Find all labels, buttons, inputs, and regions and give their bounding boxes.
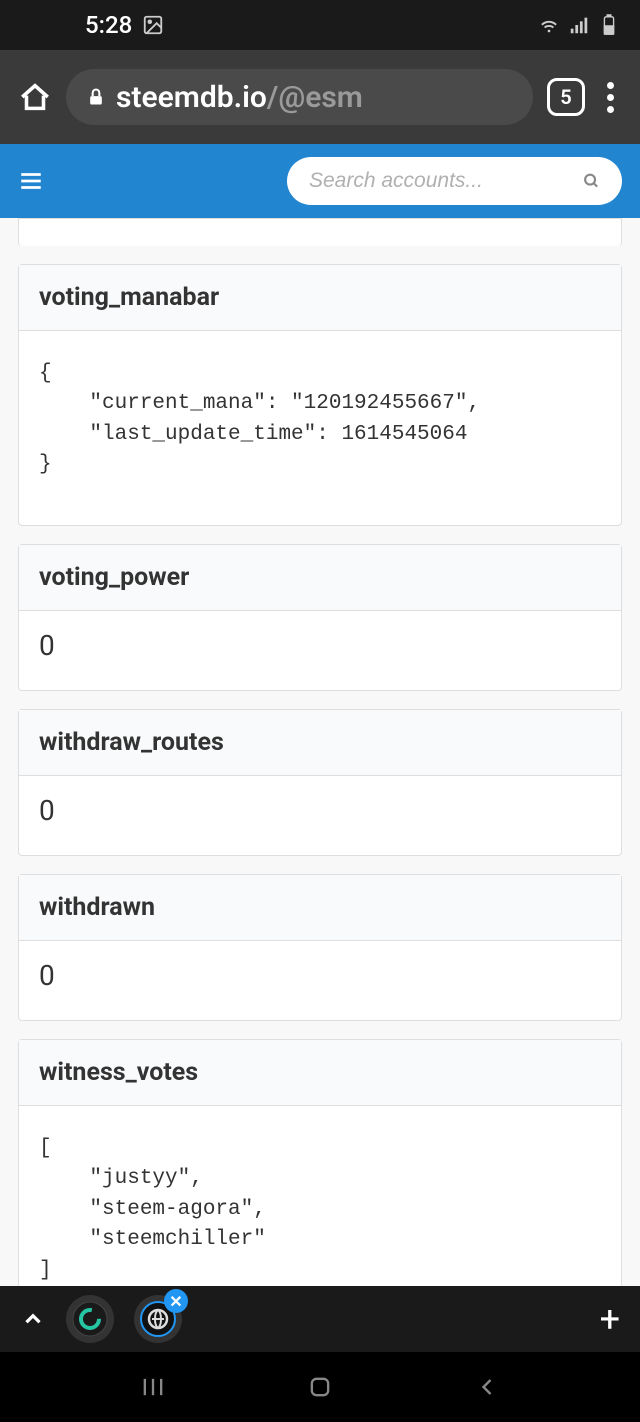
- tab-count[interactable]: 5: [547, 78, 585, 116]
- search-icon[interactable]: [583, 170, 600, 192]
- lock-icon: [86, 87, 106, 107]
- card-withdrawn: withdrawn 0: [18, 874, 622, 1021]
- tab-circle-2[interactable]: ✕: [134, 1295, 182, 1343]
- battery-icon: [598, 14, 620, 36]
- card-header: withdrawn: [19, 875, 621, 941]
- url-text: steemdb.io/@esm: [116, 80, 363, 115]
- content-area: voting_manabar { "current_mana": "120192…: [0, 218, 640, 1331]
- card-value: 0: [19, 941, 621, 1020]
- card-spacer: [18, 218, 622, 246]
- chevron-up-icon[interactable]: [20, 1306, 46, 1332]
- site-header: [0, 144, 640, 218]
- card-value: 0: [19, 776, 621, 855]
- back-icon[interactable]: [473, 1373, 501, 1401]
- card-voting-power: voting_power 0: [18, 544, 622, 691]
- search-input[interactable]: [309, 169, 583, 193]
- card-header: voting_power: [19, 545, 621, 611]
- home-nav-icon[interactable]: [306, 1373, 334, 1401]
- browser-chrome: steemdb.io/@esm 5: [0, 50, 640, 144]
- close-badge-icon[interactable]: ✕: [164, 1289, 188, 1313]
- card-value: { "current_mana": "120192455667", "last_…: [19, 331, 621, 525]
- status-time: 5:28: [85, 11, 132, 39]
- hamburger-icon[interactable]: [18, 168, 44, 194]
- wifi-icon: [538, 14, 560, 36]
- card-header: witness_votes: [19, 1040, 621, 1106]
- card-value: 0: [19, 611, 621, 690]
- card-voting-manabar: voting_manabar { "current_mana": "120192…: [18, 264, 622, 526]
- url-bar[interactable]: steemdb.io/@esm: [66, 69, 533, 125]
- recents-icon[interactable]: [139, 1373, 167, 1401]
- home-icon[interactable]: [18, 80, 52, 114]
- bottom-bar: ✕ +: [0, 1286, 640, 1352]
- status-bar: 5:28: [0, 0, 640, 50]
- card-header: voting_manabar: [19, 265, 621, 331]
- menu-dots-icon[interactable]: [599, 82, 622, 113]
- card-withdraw-routes: withdraw_routes 0: [18, 709, 622, 856]
- card-header: withdraw_routes: [19, 710, 621, 776]
- search-box[interactable]: [287, 157, 622, 205]
- tab-circle-1[interactable]: [66, 1295, 114, 1343]
- add-tab-button[interactable]: +: [600, 1298, 620, 1340]
- signal-icon: [568, 14, 590, 36]
- picture-icon: [142, 14, 164, 36]
- android-nav-bar: [0, 1352, 640, 1422]
